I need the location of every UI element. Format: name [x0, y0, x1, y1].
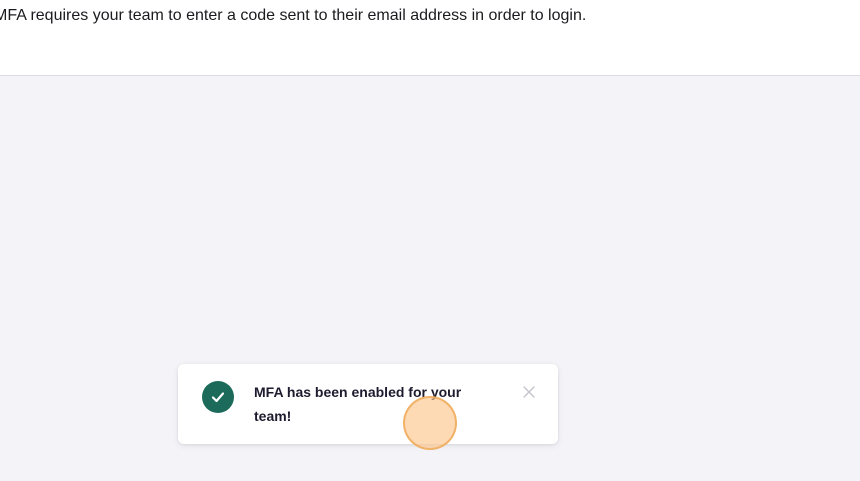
mfa-settings-panel: MFA requires your team to enter a code s… — [0, 0, 860, 76]
check-circle-icon — [202, 381, 234, 413]
close-icon[interactable] — [518, 381, 540, 403]
success-toast: MFA has been enabled for your team! — [178, 364, 558, 444]
toast-message: MFA has been enabled for your team! — [254, 384, 462, 424]
mfa-description: MFA requires your team to enter a code s… — [0, 7, 587, 24]
